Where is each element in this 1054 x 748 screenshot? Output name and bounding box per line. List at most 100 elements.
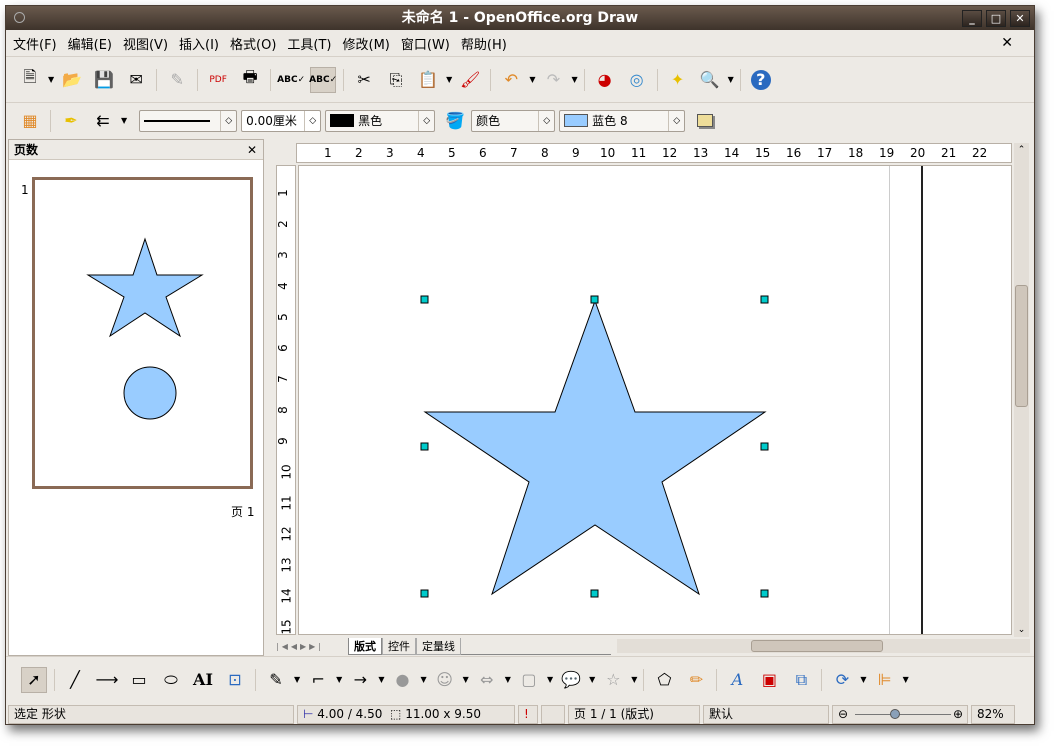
- curve-tool-icon[interactable]: ✎: [263, 667, 289, 693]
- minimize-button[interactable]: _: [962, 10, 982, 27]
- glue-points-icon[interactable]: ✏: [683, 667, 709, 693]
- selection-handle[interactable]: [760, 295, 769, 304]
- area-fill-icon[interactable]: 🪣: [442, 108, 468, 134]
- align-dropdown[interactable]: ▼: [903, 675, 909, 684]
- document-modified-icon[interactable]: !: [518, 704, 538, 724]
- paste-dropdown[interactable]: ▼: [446, 75, 452, 84]
- zoom-level[interactable]: 82%: [971, 704, 1015, 724]
- horizontal-scroll-thumb[interactable]: [751, 640, 883, 652]
- selection-handle[interactable]: [420, 295, 429, 304]
- lines-dropdown[interactable]: ▼: [378, 675, 384, 684]
- lines-arrows-icon[interactable]: →: [347, 667, 373, 693]
- rectangle-tool-icon[interactable]: ▭: [126, 667, 152, 693]
- line-arrow-tool-icon[interactable]: ⟶: [94, 667, 120, 693]
- undo-dropdown[interactable]: ▼: [529, 75, 535, 84]
- effects-dropdown[interactable]: ▼: [860, 675, 866, 684]
- menu-tools[interactable]: 工具(T): [287, 34, 331, 53]
- arrow-style-icon[interactable]: ⇇: [90, 108, 116, 134]
- close-button[interactable]: ✕: [1010, 10, 1030, 27]
- new-dropdown[interactable]: ▼: [48, 75, 54, 84]
- horizontal-scrollbar[interactable]: [617, 639, 1030, 653]
- menu-insert[interactable]: 插入(I): [179, 34, 219, 53]
- connector-tool-icon[interactable]: ⌐: [305, 667, 331, 693]
- close-panel-button[interactable]: ✕: [247, 140, 257, 160]
- block-arrows-dropdown[interactable]: ▼: [505, 675, 511, 684]
- stars-icon[interactable]: ☆: [600, 667, 626, 693]
- tab-controls[interactable]: 控件: [382, 637, 416, 655]
- vertical-ruler[interactable]: 1 2 3 4 5 6 7 8 9 10 11 12 13 14 15: [276, 165, 296, 635]
- copy-icon[interactable]: ⎘: [383, 67, 409, 93]
- line-icon[interactable]: ✒: [58, 108, 84, 134]
- menu-help[interactable]: 帮助(H): [461, 34, 507, 53]
- menu-view[interactable]: 视图(V): [123, 34, 168, 53]
- save-icon[interactable]: 💾: [91, 67, 117, 93]
- insert-image-icon[interactable]: ▣: [756, 667, 782, 693]
- selection-handle[interactable]: [420, 589, 429, 598]
- open-folder-icon[interactable]: 📂: [59, 67, 85, 93]
- redo-dropdown[interactable]: ▼: [571, 75, 577, 84]
- line-width-input[interactable]: 0.00厘米 ◇: [241, 109, 322, 132]
- menu-window[interactable]: 窗口(W): [401, 34, 450, 53]
- align-icon[interactable]: ⊫: [872, 667, 898, 693]
- line-tool-icon[interactable]: ╱: [62, 667, 88, 693]
- arrow-style-dropdown[interactable]: ▼: [121, 116, 127, 125]
- selection-handle[interactable]: [760, 442, 769, 451]
- tab-navigation-buttons[interactable]: |◀◀▶▶|: [276, 642, 348, 651]
- close-document-button[interactable]: ✕: [1001, 35, 1013, 51]
- tab-layout[interactable]: 版式: [348, 637, 382, 655]
- flowchart-dropdown[interactable]: ▼: [547, 675, 553, 684]
- tab-dimension-lines[interactable]: 定量线: [416, 637, 461, 655]
- menu-modify[interactable]: 修改(M): [343, 34, 390, 53]
- effects-icon[interactable]: ⟳: [829, 667, 855, 693]
- star-shape[interactable]: [423, 299, 767, 596]
- cut-icon[interactable]: ✂: [351, 67, 377, 93]
- canvas[interactable]: [298, 165, 1012, 635]
- points-icon[interactable]: ⬠: [651, 667, 677, 693]
- email-icon[interactable]: ✉: [123, 67, 149, 93]
- spellcheck-icon[interactable]: ABC✓: [277, 67, 305, 93]
- menu-edit[interactable]: 编辑(E): [68, 34, 112, 53]
- export-pdf-icon[interactable]: PDF: [205, 67, 231, 93]
- symbol-shapes-icon[interactable]: ☺: [432, 667, 458, 693]
- page-thumbnail[interactable]: [32, 177, 253, 489]
- horizontal-ruler[interactable]: 1 2 3 4 5 6 7 8 9 10 11 12 13 14 15 16 17 18 19 20 21 22: [296, 143, 1012, 163]
- symbol-shapes-dropdown[interactable]: ▼: [463, 675, 469, 684]
- new-document-icon[interactable]: 🗎: [17, 67, 43, 93]
- undo-icon[interactable]: ↶: [498, 67, 524, 93]
- auto-spellcheck-icon[interactable]: ABC✓: [309, 66, 337, 93]
- selection-handle[interactable]: [760, 589, 769, 598]
- zoom-slider-thumb[interactable]: [890, 708, 901, 719]
- block-arrows-icon[interactable]: ⇔: [474, 667, 500, 693]
- connector-dropdown[interactable]: ▼: [336, 675, 342, 684]
- paste-icon[interactable]: 📋: [415, 67, 441, 93]
- chart-icon[interactable]: ◕: [592, 67, 618, 93]
- text-tool-icon[interactable]: AI: [190, 667, 216, 693]
- menu-format[interactable]: 格式(O): [230, 34, 276, 53]
- navigator-icon[interactable]: ◎: [624, 67, 650, 93]
- zoom-dropdown[interactable]: ▼: [728, 75, 734, 84]
- callouts-dropdown[interactable]: ▼: [589, 675, 595, 684]
- redo-icon[interactable]: ↷: [540, 67, 566, 93]
- window-menu-icon[interactable]: [14, 12, 25, 23]
- select-arrow-icon[interactable]: ➚: [21, 666, 47, 693]
- basic-shapes-dropdown[interactable]: ▼: [420, 675, 426, 684]
- menu-file[interactable]: 文件(F): [13, 34, 57, 53]
- selection-handle[interactable]: [590, 589, 599, 598]
- styles-icon[interactable]: ▦: [17, 108, 43, 134]
- fontwork-icon[interactable]: A: [724, 667, 750, 693]
- stars-dropdown[interactable]: ▼: [631, 675, 637, 684]
- vertical-scroll-thumb[interactable]: [1015, 285, 1028, 407]
- line-color-select[interactable]: 黑色 ◇: [325, 109, 436, 132]
- selection-handle[interactable]: [590, 295, 599, 304]
- zoom-slider[interactable]: ⊖ ⊕: [832, 704, 968, 724]
- maximize-button[interactable]: □: [986, 10, 1006, 27]
- edit-file-icon[interactable]: ✎: [164, 67, 190, 93]
- area-style-select[interactable]: 颜色 ◇: [471, 109, 556, 132]
- selection-handle[interactable]: [420, 442, 429, 451]
- zoom-icon[interactable]: 🔍: [697, 67, 723, 93]
- zoom-out-icon[interactable]: ⊖: [838, 707, 848, 721]
- shadow-icon[interactable]: [692, 108, 718, 134]
- format-paintbrush-icon[interactable]: 🖌: [457, 67, 483, 93]
- help-icon[interactable]: ?: [748, 67, 774, 93]
- curve-dropdown[interactable]: ▼: [294, 675, 300, 684]
